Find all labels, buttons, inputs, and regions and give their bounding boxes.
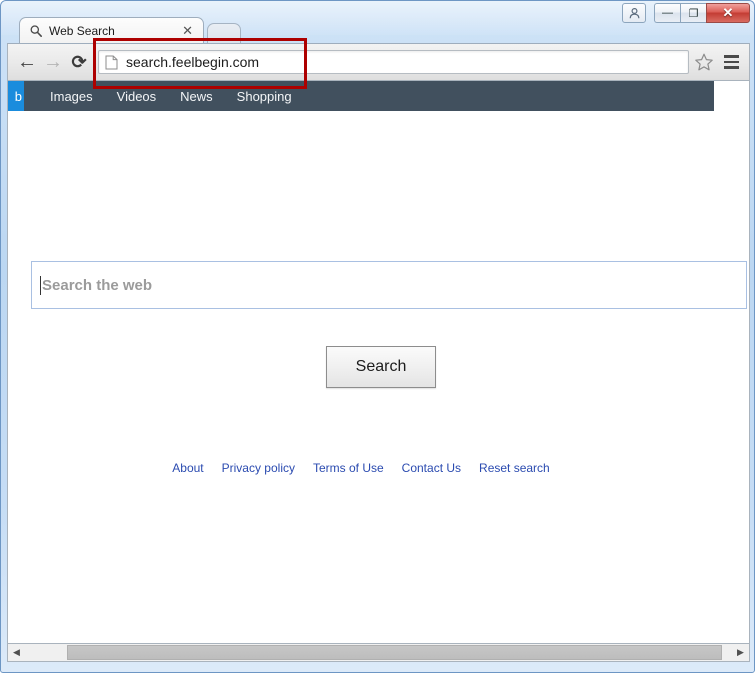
search-button-label: Search bbox=[355, 358, 407, 375]
user-account-icon[interactable] bbox=[622, 3, 646, 23]
tab-title: Web Search bbox=[49, 23, 115, 38]
footer-link-about[interactable]: About bbox=[172, 461, 203, 475]
footer-link-privacy-policy[interactable]: Privacy policy bbox=[222, 461, 295, 475]
footer-link-terms-of-use[interactable]: Terms of Use bbox=[313, 461, 384, 475]
menu-line-3 bbox=[723, 66, 739, 69]
page-viewport: b Images Videos News Shopping Search the… bbox=[7, 81, 750, 643]
scroll-right-arrow-icon[interactable]: ▶ bbox=[732, 644, 749, 661]
site-nav-item-videos[interactable]: Videos bbox=[105, 89, 169, 104]
footer-link-reset-search[interactable]: Reset search bbox=[479, 461, 550, 475]
star-icon[interactable] bbox=[693, 51, 715, 73]
search-button[interactable]: Search bbox=[326, 346, 436, 388]
footer-link-contact-us[interactable]: Contact Us bbox=[402, 461, 461, 475]
reload-icon: ⟳ bbox=[71, 51, 87, 72]
search-input[interactable]: Search the web bbox=[31, 261, 747, 309]
horizontal-scrollbar[interactable]: ◀ ▶ bbox=[7, 643, 750, 662]
maximize-glyph: ❐ bbox=[688, 7, 699, 20]
footer-links: About Privacy policy Terms of Use Contac… bbox=[8, 461, 714, 475]
site-nav-item-news[interactable]: News bbox=[168, 89, 225, 104]
page-document-icon bbox=[105, 55, 118, 70]
text-caret bbox=[40, 275, 41, 295]
back-button[interactable]: ← bbox=[14, 49, 40, 75]
search-input-placeholder: Search the web bbox=[42, 276, 153, 294]
forward-button[interactable]: → bbox=[40, 49, 66, 75]
tab-close-icon[interactable]: ✕ bbox=[178, 24, 197, 37]
magnifier-icon bbox=[29, 24, 43, 38]
sidebar-item-web[interactable]: b bbox=[8, 81, 24, 111]
scrollbar-track[interactable] bbox=[25, 644, 732, 661]
scroll-left-arrow-icon[interactable]: ◀ bbox=[8, 644, 25, 661]
browser-window: — ❐ ✕ Web Search ✕ ← → ⟳ search.feelbegi… bbox=[0, 0, 755, 673]
menu-line-1 bbox=[723, 55, 739, 58]
address-bar[interactable]: search.feelbegin.com bbox=[98, 50, 689, 74]
minimize-glyph: — bbox=[662, 7, 673, 19]
new-tab-button[interactable] bbox=[207, 23, 241, 43]
site-navigation-bar: b Images Videos News Shopping bbox=[8, 81, 714, 111]
site-nav-item-images[interactable]: Images bbox=[38, 89, 105, 104]
back-arrow-icon: ← bbox=[17, 50, 37, 73]
reload-button[interactable]: ⟳ bbox=[66, 49, 92, 75]
minimize-button[interactable]: — bbox=[654, 3, 680, 23]
window-controls: — ❐ ✕ bbox=[622, 3, 750, 23]
address-bar-text: search.feelbegin.com bbox=[126, 54, 260, 70]
scrollbar-thumb[interactable] bbox=[67, 645, 722, 660]
maximize-button[interactable]: ❐ bbox=[680, 3, 706, 23]
site-nav-item-shopping[interactable]: Shopping bbox=[225, 89, 304, 104]
hamburger-menu-icon[interactable] bbox=[719, 49, 743, 75]
tab-web-search[interactable]: Web Search ✕ bbox=[19, 17, 204, 43]
forward-arrow-icon: → bbox=[43, 50, 63, 73]
site-nav-web-label: b bbox=[14, 88, 22, 104]
close-button[interactable]: ✕ bbox=[706, 3, 750, 23]
menu-line-2 bbox=[723, 60, 739, 64]
close-glyph: ✕ bbox=[722, 5, 734, 20]
browser-toolbar: ← → ⟳ search.feelbegin.com bbox=[7, 43, 750, 81]
